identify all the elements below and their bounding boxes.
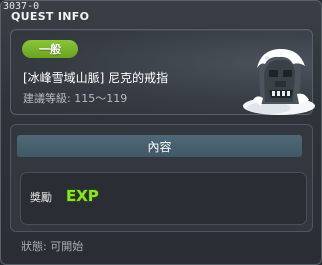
quest-status: 狀態: 可開始 <box>21 240 84 253</box>
tab-content[interactable]: 內容 <box>17 135 302 157</box>
quest-name: [冰峰雪域山脈] 尼克的戒指 <box>23 71 169 85</box>
exp-icon-text: EXP <box>66 187 99 205</box>
recommended-level: 建議等級: 115～119 <box>23 92 128 105</box>
reward-label: 獎勵 <box>30 191 52 204</box>
reward-box: 獎勵 EXP <box>20 172 307 225</box>
quest-content-panel: 內容 獎勵 EXP <box>10 124 313 232</box>
quest-info-window: 3037-0 QUEST INFO 一般 [冰峰雪域山脈] 尼克的戒指 建議等級… <box>0 0 322 265</box>
exp-icon: EXP <box>65 186 99 205</box>
window-title: QUEST INFO <box>11 10 90 23</box>
quest-summary-panel: 一般 [冰峰雪域山脈] 尼克的戒指 建議等級: 115～119 <box>10 29 315 115</box>
snow-totem-monster-icon <box>243 48 315 115</box>
quest-type-badge: 一般 <box>22 40 78 58</box>
